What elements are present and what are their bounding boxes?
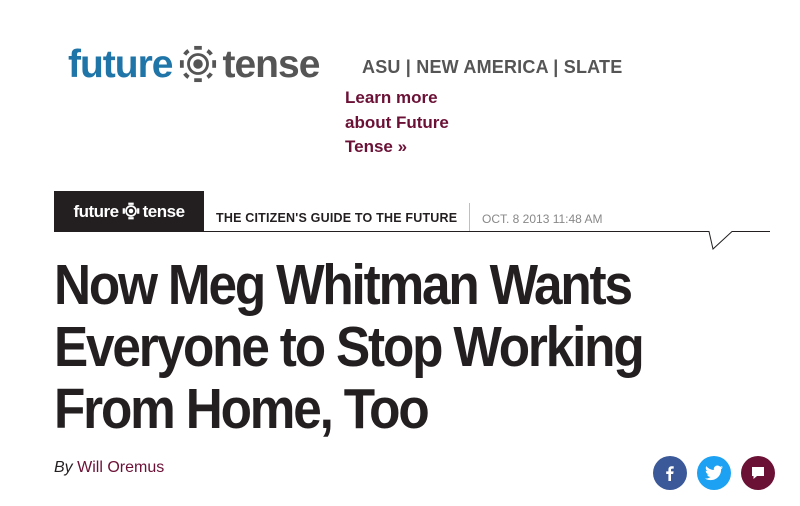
facebook-icon <box>666 466 674 481</box>
section-tagline[interactable]: THE CITIZEN'S GUIDE TO THE FUTURE <box>216 211 457 225</box>
article-headline: Now Meg Whitman Wants Everyone to Stop W… <box>54 253 645 441</box>
byline: By Will Oremus <box>54 459 164 477</box>
facebook-share-button[interactable] <box>653 456 687 490</box>
byline-prefix: By <box>54 459 73 476</box>
speech-pointer-line <box>54 231 770 250</box>
twitter-icon <box>705 465 723 481</box>
partners-line: ASU | NEW AMERICA | SLATE <box>362 57 623 77</box>
comment-icon <box>752 467 764 479</box>
section-bar: future tense THE CITIZEN'S GUIDE TO THE … <box>54 191 770 251</box>
author-link[interactable]: Will Oremus <box>77 459 164 476</box>
future-tense-logo[interactable]: future tense <box>68 42 321 86</box>
comment-button[interactable] <box>741 456 775 490</box>
learn-more-link[interactable]: Learn more about Future Tense » <box>345 86 485 160</box>
badge-word-tense: tense <box>142 201 185 221</box>
badge-word-future: future <box>73 201 119 221</box>
logo-word-future: future <box>68 42 173 86</box>
twitter-share-button[interactable] <box>697 456 731 490</box>
article-date: OCT. 8 2013 11:48 AM <box>482 212 603 226</box>
future-tense-mark-icon <box>122 202 139 220</box>
future-tense-mark-icon <box>179 45 216 83</box>
divider <box>469 203 470 231</box>
future-tense-badge[interactable]: future tense <box>54 191 204 231</box>
logo-word-tense: tense <box>222 42 321 86</box>
